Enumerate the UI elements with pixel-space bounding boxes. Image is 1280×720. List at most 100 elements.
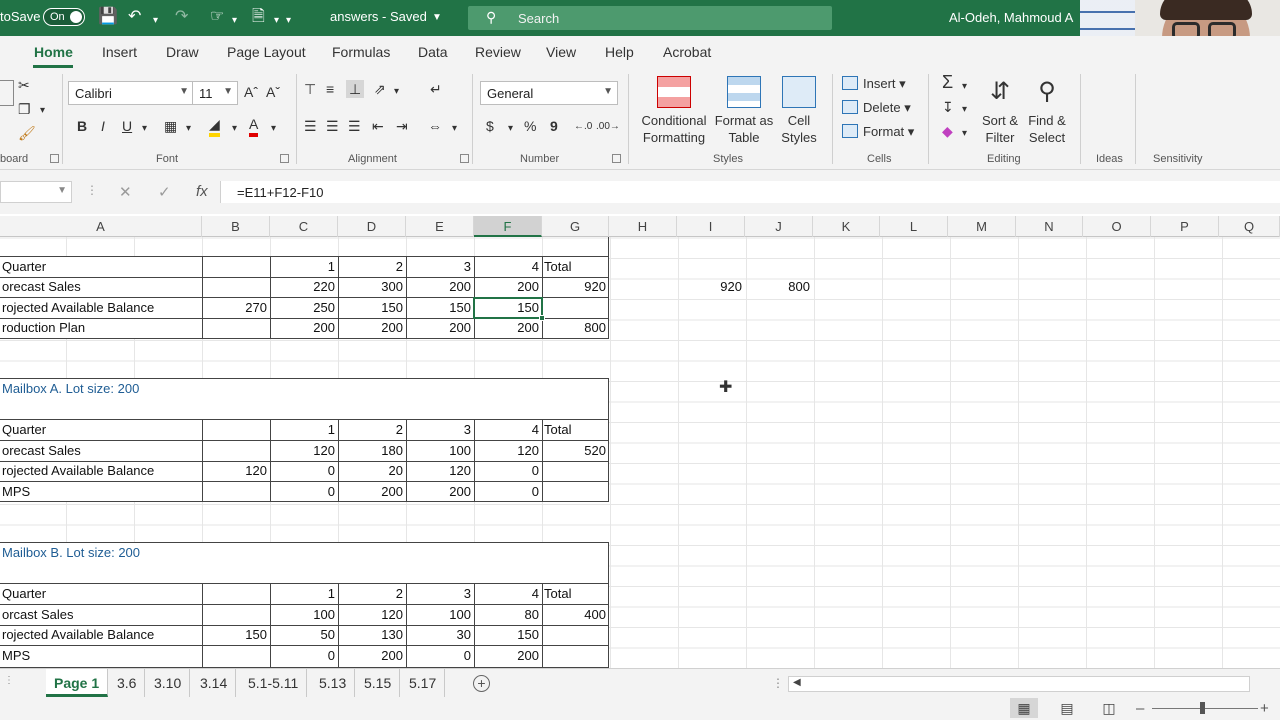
cell[interactable]: 2 xyxy=(338,584,406,605)
cell[interactable]: 200 xyxy=(474,277,542,298)
normal-view-icon[interactable]: ▦ xyxy=(1010,698,1038,718)
column-header[interactable]: N xyxy=(1016,216,1083,237)
cell[interactable]: 920 xyxy=(542,277,609,298)
cell[interactable]: orcast Sales xyxy=(0,605,202,626)
borders-icon[interactable]: ▦ xyxy=(164,117,177,135)
touch-dropdown-icon[interactable]: ▾ xyxy=(232,12,237,30)
cell[interactable]: 200 xyxy=(338,318,406,339)
cell[interactable]: orecast Sales xyxy=(0,441,202,462)
column-header[interactable]: B xyxy=(202,216,270,237)
section-title[interactable]: Mailbox B. Lot size: 200 xyxy=(0,543,400,564)
column-header[interactable]: D xyxy=(338,216,406,237)
cell[interactable]: 1 xyxy=(270,257,338,278)
sheet-tab-3-10[interactable]: 3.10 xyxy=(146,669,191,697)
percent-button[interactable]: % xyxy=(524,117,536,135)
cell[interactable]: 200 xyxy=(406,277,474,298)
cell[interactable]: 300 xyxy=(338,277,406,298)
font-color-icon[interactable]: A xyxy=(249,115,259,137)
cell[interactable]: 100 xyxy=(406,441,474,462)
column-header[interactable]: E xyxy=(406,216,474,237)
fill-dropdown-icon[interactable]: ▾ xyxy=(962,101,967,119)
sheet-tab-3-6[interactable]: 3.6 xyxy=(109,669,146,697)
column-header[interactable]: H xyxy=(609,216,677,237)
save-icon[interactable]: 💾 xyxy=(98,8,118,26)
align-bottom-icon[interactable]: ⊥ xyxy=(346,80,365,98)
increase-font-icon[interactable]: Aˆ xyxy=(244,83,258,101)
zoom-in-icon[interactable]: + xyxy=(1260,700,1269,717)
cell[interactable]: 120 xyxy=(338,605,406,626)
tab-data[interactable]: Data xyxy=(418,44,448,60)
redo-icon[interactable]: ↷ xyxy=(175,8,188,26)
cell[interactable]: 100 xyxy=(406,605,474,626)
cell[interactable]: orecast Sales xyxy=(0,277,202,298)
sheet-tab-5-13[interactable]: 5.13 xyxy=(311,669,356,697)
align-middle-icon[interactable]: ≡ xyxy=(326,80,334,98)
clear-dropdown-icon[interactable]: ▾ xyxy=(962,125,967,143)
fill-color-icon[interactable]: ◢ xyxy=(209,115,220,137)
column-header[interactable]: C xyxy=(270,216,338,237)
section-title[interactable]: Mailbox A. Lot size: 200 xyxy=(0,379,400,400)
cell[interactable]: MPS xyxy=(0,482,202,503)
insert-cells-button[interactable]: Insert ▾ xyxy=(842,76,906,92)
font-size-box[interactable]: 11 ▼ xyxy=(192,81,238,105)
enter-icon[interactable]: ✓ xyxy=(158,183,171,201)
cell[interactable]: 800 xyxy=(745,277,813,298)
fill-icon[interactable]: ↧ xyxy=(942,98,954,116)
column-header[interactable]: K xyxy=(813,216,880,237)
customize-qat-icon[interactable]: ▾ xyxy=(286,12,291,30)
cell[interactable]: 150 xyxy=(474,298,542,319)
column-header[interactable]: I xyxy=(677,216,745,237)
cell[interactable]: 130 xyxy=(338,625,406,646)
cell[interactable]: 920 xyxy=(677,277,745,298)
cell[interactable]: 270 xyxy=(202,298,270,319)
cell[interactable]: 200 xyxy=(474,646,542,667)
format-cells-button[interactable]: Format ▾ xyxy=(842,124,914,140)
column-header-selected[interactable]: F xyxy=(474,216,542,237)
column-header[interactable]: Q xyxy=(1219,216,1280,237)
autosum-dropdown-icon[interactable]: ▾ xyxy=(962,78,967,96)
fill-dropdown-icon[interactable]: ▾ xyxy=(232,120,237,138)
cell[interactable]: 220 xyxy=(270,277,338,298)
zoom-out-icon[interactable]: – xyxy=(1136,700,1144,717)
tab-page-layout[interactable]: Page Layout xyxy=(227,44,306,60)
cell[interactable]: Total xyxy=(542,584,609,605)
bold-button[interactable]: B xyxy=(77,117,87,135)
cell[interactable]: 80 xyxy=(474,605,542,626)
format-painter-icon[interactable]: 🖌 xyxy=(18,124,36,142)
number-format-box[interactable]: General ▼ xyxy=(480,81,618,105)
cell[interactable]: 520 xyxy=(542,441,609,462)
cell[interactable]: 120 xyxy=(202,461,270,482)
tab-acrobat[interactable]: Acrobat xyxy=(663,44,711,60)
cell[interactable]: 0 xyxy=(270,482,338,503)
cell[interactable]: roduction Plan xyxy=(0,318,202,339)
cell[interactable]: 250 xyxy=(270,298,338,319)
underline-dropdown-icon[interactable]: ▾ xyxy=(142,120,147,138)
touch-mode-icon[interactable]: ☞ xyxy=(210,8,224,26)
italic-button[interactable]: I xyxy=(101,117,105,135)
cell[interactable]: 800 xyxy=(542,318,609,339)
sheet-tab-5-15[interactable]: 5.15 xyxy=(356,669,401,697)
cell[interactable]: 20 xyxy=(338,461,406,482)
column-header[interactable]: L xyxy=(880,216,948,237)
increase-indent-icon[interactable]: ⇥ xyxy=(396,117,408,135)
merge-dropdown-icon[interactable]: ▾ xyxy=(452,120,457,138)
cell[interactable]: 150 xyxy=(338,298,406,319)
cell[interactable]: 0 xyxy=(406,646,474,667)
currency-dropdown-icon[interactable]: ▾ xyxy=(508,120,513,138)
font-launcher-icon[interactable] xyxy=(280,154,289,163)
underline-button[interactable]: U xyxy=(122,117,132,135)
horizontal-scrollbar[interactable]: ◀ xyxy=(788,676,1250,692)
cell[interactable]: 150 xyxy=(406,298,474,319)
format-as-table-button[interactable]: Format as Table xyxy=(712,76,776,146)
insert-function-icon[interactable]: fx xyxy=(196,183,208,200)
comma-button[interactable]: 9 xyxy=(550,117,558,135)
cell[interactable]: 150 xyxy=(202,625,270,646)
tab-draw[interactable]: Draw xyxy=(166,44,199,60)
cell[interactable]: 120 xyxy=(406,461,474,482)
cell[interactable]: Quarter xyxy=(0,420,202,441)
column-header[interactable]: M xyxy=(948,216,1016,237)
cut-icon[interactable]: ✂ xyxy=(18,76,30,94)
orientation-dropdown-icon[interactable]: ▾ xyxy=(394,83,399,101)
number-launcher-icon[interactable] xyxy=(612,154,621,163)
cell[interactable]: 200 xyxy=(406,482,474,503)
